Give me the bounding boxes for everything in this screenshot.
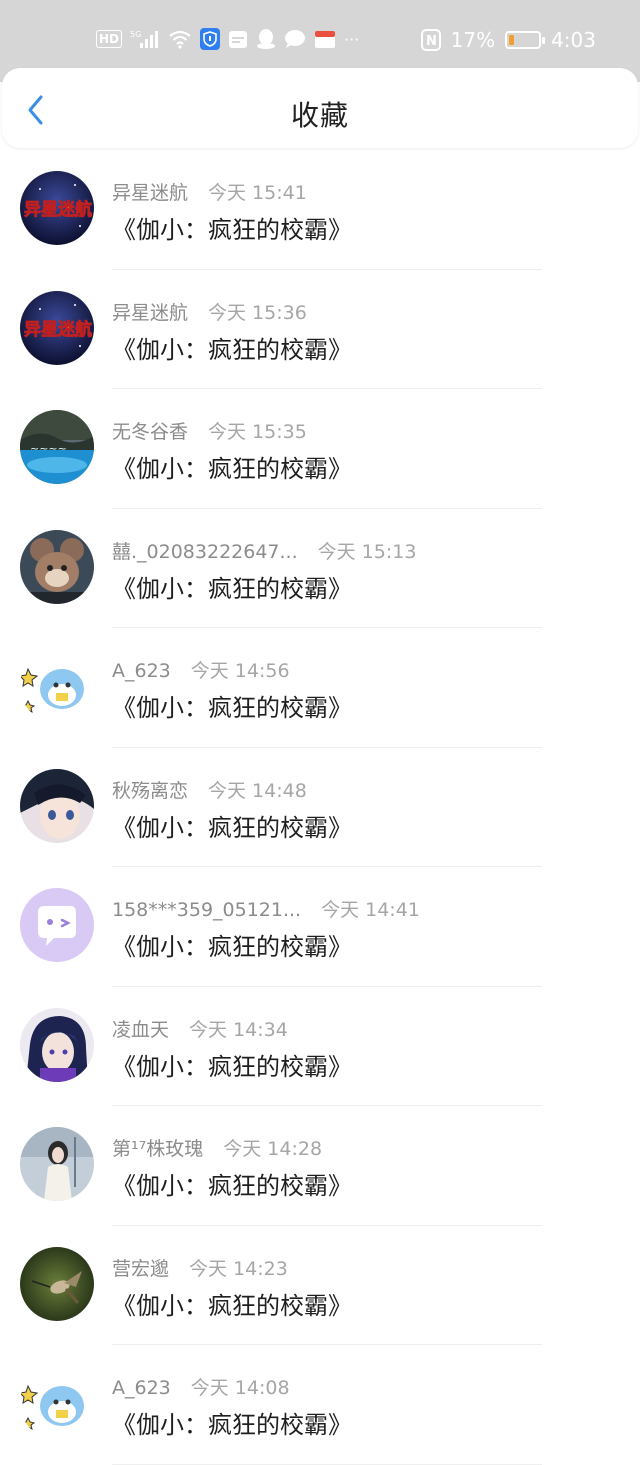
sender-name[interactable]: 无冬谷香 [112, 417, 188, 444]
list-item[interactable]: 异星迷航 异星迷航 今天 15:36 《伽小：疯狂的校霸》 [0, 270, 640, 389]
favorite-content[interactable]: 《伽小：疯狂的校霸》 [112, 1047, 352, 1082]
avatar[interactable] [20, 888, 94, 962]
calendar-icon [228, 29, 248, 49]
list-item[interactable]: 第¹⁷株玫瑰 今天 14:28 《伽小：疯狂的校霸》 [0, 1106, 640, 1226]
more-dots-icon: ··· [344, 29, 360, 49]
timestamp: 今天 14:08 [190, 1377, 290, 1399]
list-item[interactable]: ~~~~ 无冬谷香 今天 15:35 《伽小：疯狂的校霸》 [0, 389, 640, 509]
avatar[interactable] [20, 1127, 94, 1201]
timestamp: 今天 15:35 [208, 421, 307, 443]
sender-name[interactable]: 囍._02083222647... [112, 537, 298, 564]
sender-name[interactable]: 第¹⁷株玫瑰 [112, 1134, 203, 1161]
timestamp: 今天 14:28 [223, 1138, 323, 1160]
timestamp: 今天 15:13 [317, 540, 417, 563]
hd-icon: HD [96, 30, 123, 48]
item-meta: 异星迷航 今天 15:36 [112, 298, 307, 325]
favorite-content[interactable]: 《伽小：疯狂的校霸》 [112, 808, 352, 843]
battery-icon [505, 31, 546, 49]
timestamp: 今天 14:41 [321, 899, 420, 921]
sender-name[interactable]: A_623 [112, 1377, 171, 1399]
svg-text:异星迷航: 异星迷航 [24, 319, 92, 340]
shield-icon [200, 28, 221, 50]
svg-text:~~~~: ~~~~ [30, 442, 67, 455]
list-item[interactable]: 158***359_05121... 今天 14:41 《伽小：疯狂的校霸》 [0, 867, 640, 987]
list-item[interactable]: 秋殇离恋 今天 14:48 《伽小：疯狂的校霸》 [0, 748, 640, 867]
signal-label: 5G [130, 30, 141, 39]
timestamp: 今天 14:34 [189, 1018, 288, 1041]
timestamp: 今天 15:41 [208, 182, 307, 204]
sender-name[interactable]: A_623 [112, 660, 171, 682]
item-meta: 无冬谷香 今天 15:35 [112, 417, 307, 444]
timestamp: 今天 14:23 [189, 1257, 288, 1280]
list-item[interactable]: 凌血天 今天 14:34 《伽小：疯狂的校霸》 [0, 987, 640, 1106]
divider [112, 1463, 542, 1465]
item-meta: 第¹⁷株玫瑰 今天 14:28 [112, 1134, 322, 1161]
avatar[interactable] [20, 529, 94, 604]
item-meta: 秋殇离恋 今天 14:48 [112, 776, 307, 803]
favorite-content[interactable]: 《伽小：疯狂的校霸》 [112, 449, 352, 484]
box-icon [314, 29, 336, 49]
avatar[interactable] [20, 1366, 94, 1440]
sender-name[interactable]: 营宏邈 [112, 1254, 169, 1281]
item-meta: 囍._02083222647... 今天 15:13 [112, 537, 416, 564]
list-item[interactable]: A_623 今天 14:08 《伽小：疯狂的校霸》 [0, 1345, 640, 1465]
sender-name[interactable]: 异星迷航 [112, 298, 188, 325]
wifi-icon [168, 29, 192, 49]
page-title: 收藏 [290, 99, 349, 132]
favorite-content[interactable]: 《伽小：疯狂的校霸》 [112, 1166, 352, 1201]
battery-percent: 17% [450, 28, 496, 52]
avatar[interactable]: 异星迷航 [20, 290, 94, 365]
favorite-content[interactable]: 《伽小：疯狂的校霸》 [112, 927, 352, 962]
nfc-icon: N [420, 29, 441, 51]
item-meta: 158***359_05121... 今天 14:41 [112, 895, 420, 922]
signal-5g-icon: 5G [130, 29, 160, 49]
timestamp: 今天 15:36 [208, 301, 307, 324]
svg-text:异星迷航: 异星迷航 [24, 199, 92, 220]
list-item[interactable]: 囍._02083222647... 今天 15:13 《伽小：疯狂的校霸》 [0, 509, 640, 628]
item-meta: 凌血天 今天 14:34 [112, 1015, 288, 1042]
item-meta: A_623 今天 14:08 [112, 1373, 290, 1400]
favorite-content[interactable]: 《伽小：疯狂的校霸》 [112, 688, 352, 723]
status-right-icons: N 17% 4:03 [420, 28, 596, 52]
status-left-icons: HD 5G ··· [96, 28, 359, 50]
avatar[interactable] [20, 1007, 94, 1082]
avatar[interactable] [20, 649, 94, 723]
avatar[interactable] [20, 1246, 94, 1321]
nfc-label: N [426, 34, 437, 49]
list-item[interactable]: A_623 今天 14:56 《伽小：疯狂的校霸》 [0, 628, 640, 748]
favorite-content[interactable]: 《伽小：疯狂的校霸》 [112, 569, 352, 604]
favorites-list: 异星迷航 异星迷航 今天 15:41 《伽小：疯狂的校霸》 异星迷航 异星迷航 今天 15:… [0, 150, 640, 1465]
sender-name[interactable]: 凌血天 [112, 1015, 169, 1042]
avatar[interactable]: ~~~~ [20, 410, 94, 484]
favorite-content[interactable]: 《伽小：疯狂的校霸》 [112, 1405, 352, 1440]
timestamp: 今天 14:48 [208, 779, 307, 802]
page-header: 收藏 [2, 68, 638, 148]
timestamp: 今天 14:56 [190, 660, 290, 682]
item-meta: A_623 今天 14:56 [112, 656, 290, 683]
sender-name[interactable]: 异星迷航 [112, 178, 188, 205]
list-item[interactable]: 营宏邈 今天 14:23 《伽小：疯狂的校霸》 [0, 1226, 640, 1345]
sender-name[interactable]: 秋殇离恋 [112, 776, 188, 803]
item-meta: 营宏邈 今天 14:23 [112, 1254, 288, 1281]
chat-bubble-icon [284, 29, 306, 49]
item-meta: 异星迷航 今天 15:41 [112, 178, 307, 205]
favorite-content[interactable]: 《伽小：疯狂的校霸》 [112, 1286, 352, 1321]
favorite-content[interactable]: 《伽小：疯狂的校霸》 [112, 210, 352, 245]
battery-level [509, 35, 515, 45]
sender-name[interactable]: 158***359_05121... [112, 899, 301, 921]
qq-icon [256, 28, 276, 50]
avatar[interactable] [20, 768, 94, 843]
favorite-content[interactable]: 《伽小：疯狂的校霸》 [112, 330, 352, 365]
clock: 4:03 [551, 28, 596, 52]
avatar[interactable]: 异星迷航 [20, 171, 94, 245]
list-item[interactable]: 异星迷航 异星迷航 今天 15:41 《伽小：疯狂的校霸》 [0, 150, 640, 270]
